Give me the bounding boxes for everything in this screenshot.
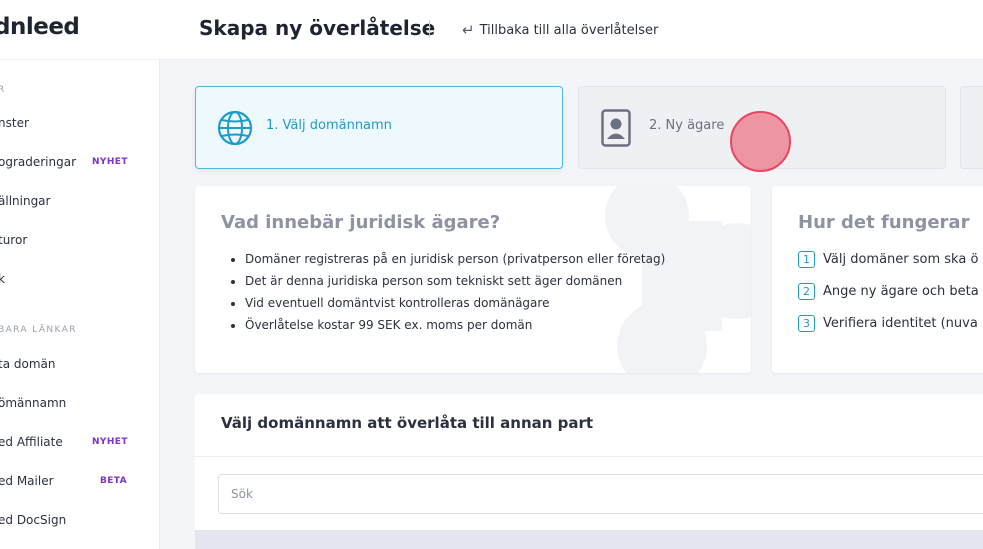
sidebar-item[interactable]: ömännamn: [0, 396, 66, 410]
return-arrow-icon: ↵: [462, 21, 475, 39]
list-item: 1 Välj domäner som ska ö: [798, 251, 978, 268]
back-link-label: Tillbaka till alla överlåtelser: [479, 22, 659, 38]
domain-select-panel: Välj domännamn att överlåta till annan p…: [195, 394, 983, 549]
panel-title: Välj domännamn att överlåta till annan p…: [221, 414, 594, 432]
sidebar-item[interactable]: ed DocSign: [0, 513, 66, 527]
page-title: Skapa ny överlåtelse: [199, 16, 436, 40]
list-item: Överlåtelse kostar 99 SEK ex. moms per d…: [245, 316, 665, 338]
step-number: 2: [798, 283, 815, 300]
step-text: Verifiera identitet (nuva: [823, 316, 978, 331]
sidebar-item[interactable]: ograderingar: [0, 155, 76, 169]
card-title: Vad innebär juridisk ägare?: [221, 212, 501, 233]
sidebar-item[interactable]: ed Mailer: [0, 474, 54, 488]
sidebar-section-heading: R: [0, 85, 6, 95]
sidebar-item[interactable]: nster: [0, 116, 29, 130]
sidebar-section-heading: BARA LÄNKAR: [0, 325, 77, 335]
app-logo[interactable]: dnleed: [0, 14, 80, 40]
back-to-transfers-link[interactable]: ↵ Tillbaka till alla överlåtelser: [462, 21, 658, 39]
step-label: 1. Välj domännamn: [266, 118, 392, 133]
info-bullet-list: Domäner registreras på en juridisk perso…: [245, 250, 665, 338]
step-label: 2. Ny ägare: [649, 118, 725, 133]
list-item: Vid eventuell domäntvist kontrolleras do…: [245, 294, 665, 316]
sidebar-item[interactable]: ta domän: [0, 357, 55, 371]
sidebar-item[interactable]: ällningar: [0, 194, 50, 208]
how-it-works-card: Hur det fungerar 1 Välj domäner som ska …: [772, 186, 983, 373]
list-item: Domäner registreras på en juridisk perso…: [245, 250, 665, 272]
list-item: 3 Verifiera identitet (nuva: [798, 315, 978, 332]
list-item: Det är denna juridiska person som teknis…: [245, 272, 665, 294]
click-indicator: [730, 111, 791, 172]
step-number: 3: [798, 315, 815, 332]
top-header: dnleed Skapa ny överlåtelse ↵ Tillbaka t…: [0, 0, 983, 60]
sidebar-item[interactable]: k: [0, 272, 5, 286]
beta-badge: BETA: [100, 476, 128, 486]
globe-icon: [217, 110, 253, 146]
card-title: Hur det fungerar: [798, 212, 970, 233]
sidebar: R nster ograderingar NYHET ällningar tur…: [0, 60, 160, 549]
step-text: Ange ny ägare och beta: [823, 284, 979, 299]
table-header: [195, 530, 983, 549]
new-badge: NYHET: [92, 437, 128, 447]
new-badge: NYHET: [92, 157, 128, 167]
step-number: 1: [798, 251, 815, 268]
legal-owner-info-card: Vad innebär juridisk ägare? Domäner regi…: [195, 186, 751, 373]
list-item: 2 Ange ny ägare och beta: [798, 283, 979, 300]
title-divider: [429, 20, 430, 38]
sidebar-item[interactable]: turor: [0, 233, 27, 247]
step-verify[interactable]: [960, 86, 983, 169]
step-choose-domain[interactable]: 1. Välj domännamn: [195, 86, 563, 169]
id-badge-icon: [601, 109, 631, 147]
divider: [195, 456, 983, 457]
sidebar-item[interactable]: ed Affiliate: [0, 435, 63, 449]
search-input[interactable]: [218, 474, 983, 514]
step-text: Välj domäner som ska ö: [823, 252, 979, 267]
